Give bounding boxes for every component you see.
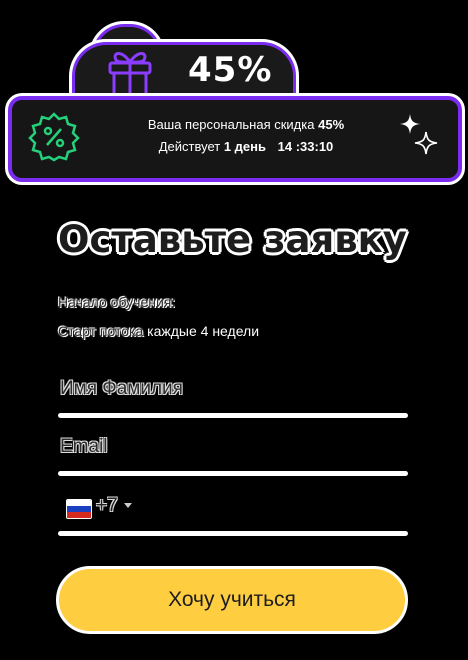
sparkle-icon — [400, 114, 438, 155]
stream-info: Старт потока каждые 4 недели — [58, 323, 259, 339]
name-field — [58, 378, 408, 418]
email-field — [58, 436, 408, 476]
discount-validity: Действует 1 день 14 :33:10 — [158, 139, 334, 154]
start-date-info: Начало обучения: — [58, 294, 175, 310]
name-input[interactable] — [58, 378, 402, 400]
email-underline — [58, 471, 408, 476]
stream-value: каждые 4 недели — [147, 323, 260, 339]
gift-icon — [108, 52, 152, 99]
discount-text: Ваша персональная скидка 45% — [147, 117, 345, 132]
chevron-down-icon[interactable] — [124, 503, 132, 508]
start-date-label: Начало обучения: — [58, 294, 176, 310]
percent-badge-icon — [28, 112, 80, 162]
email-input[interactable] — [58, 436, 402, 458]
phone-field[interactable]: +7 — [58, 494, 408, 538]
phone-underline — [58, 531, 408, 536]
russia-flag-icon[interactable] — [66, 499, 92, 519]
stream-label: Старт потока — [58, 323, 144, 339]
phone-country-code: +7 — [96, 495, 118, 516]
discount-promo: 45% Ваша персональная скидка 45% Действу… — [0, 0, 468, 200]
discount-percent: 45% — [188, 50, 273, 90]
submit-button[interactable]: Хочу учиться — [56, 566, 408, 634]
name-underline — [58, 413, 408, 418]
countdown-timer: 14 :33:10 — [277, 139, 334, 154]
form-title: Оставьте заявку — [58, 218, 407, 261]
